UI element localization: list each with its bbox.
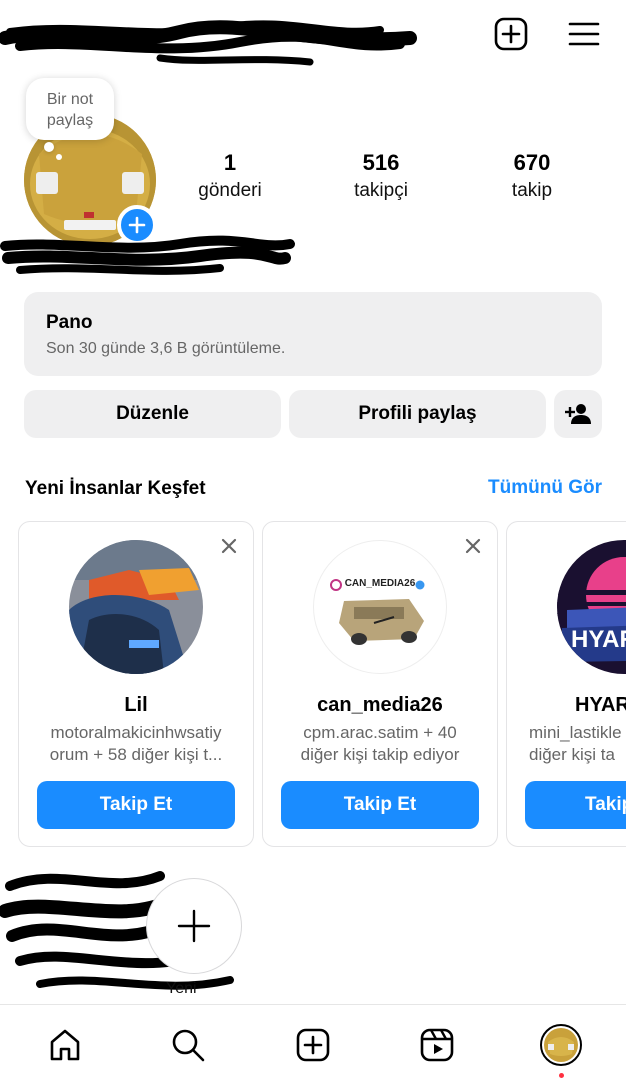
close-icon[interactable] [219, 536, 239, 556]
dashboard-title: Pano [46, 312, 93, 333]
bottom-nav [0, 1004, 626, 1080]
note-bubble[interactable]: Bir not paylaş [26, 78, 114, 140]
suggestion-name[interactable]: Lil [19, 694, 253, 717]
stat-followers[interactable]: 516 takipçi [321, 150, 441, 202]
stat-followers-value: 516 [362, 150, 400, 175]
share-profile-button[interactable]: Profili paylaş [289, 390, 546, 438]
discover-people-button[interactable] [554, 390, 602, 438]
nav-profile[interactable] [539, 1023, 583, 1067]
new-highlight-label: Yeni [166, 980, 197, 997]
suggestion-description: cpm.arac.satim + 40 diğer kişi takip edi… [300, 723, 460, 764]
note-bubble-text: Bir not paylaş [46, 91, 94, 129]
discover-title: Yeni İnsanlar Keşfet [25, 478, 206, 499]
edit-profile-button[interactable]: Düzenle [24, 390, 281, 438]
reels-icon [420, 1028, 454, 1062]
suggestion-card: Lil motoralmakicinhwsatiy orum + 58 diğe… [18, 521, 254, 847]
hamburger-icon [568, 22, 600, 46]
stat-followers-label: takipçi [354, 180, 408, 201]
nav-search[interactable] [166, 1023, 210, 1067]
stat-following-label: takip [511, 180, 553, 201]
avatar-logo-text: CAN_MEDIA26 [344, 578, 416, 589]
dashboard-subtitle: Son 30 günde 3,6 B görüntüleme. [46, 340, 286, 357]
stat-following-value: 670 [513, 150, 551, 175]
nav-home[interactable] [43, 1023, 87, 1067]
person-add-icon [565, 404, 591, 424]
suggestion-description: mini_lastikle diğer kişi ta [529, 723, 622, 764]
suggestion-name[interactable]: HYAR [575, 694, 626, 717]
menu-button[interactable] [564, 14, 604, 54]
suggestion-avatar[interactable]: HYAR [557, 540, 626, 674]
suggestion-avatar[interactable] [69, 540, 203, 674]
profile-avatar-small [540, 1024, 582, 1066]
home-icon [50, 1029, 80, 1061]
professional-dashboard[interactable]: Pano Son 30 günde 3,6 B görüntüleme. [24, 292, 602, 376]
note-bubble-tail-small [56, 154, 62, 160]
suggestion-avatar[interactable]: CAN_MEDIA26 [313, 540, 447, 674]
stat-posts-label: gönderi [198, 180, 262, 201]
new-highlight-button[interactable] [146, 878, 242, 974]
suggestion-card: HYAR HYAR mini_lastikle diğer kişi ta Ta… [506, 521, 626, 847]
plus-icon [177, 909, 211, 943]
redacted-display-name [0, 235, 295, 275]
avatar-logo-text: HYAR [571, 626, 626, 653]
profile-header [0, 0, 626, 72]
car-image [330, 579, 425, 645]
close-icon[interactable] [463, 536, 483, 556]
nav-reels[interactable] [415, 1023, 459, 1067]
follow-button[interactable]: Takip Et [281, 781, 479, 829]
redacted-username [0, 20, 417, 66]
nav-create[interactable] [291, 1023, 335, 1067]
create-icon [296, 1028, 330, 1062]
see-all-link[interactable]: Tümünü Gör [488, 477, 602, 499]
follow-button[interactable]: Takip Et [37, 781, 235, 829]
suggestion-name[interactable]: can_media26 [263, 694, 497, 717]
note-bubble-tail [44, 142, 54, 152]
stat-posts[interactable]: 1 gönderi [170, 150, 290, 202]
notification-dot [559, 1073, 564, 1078]
follow-button[interactable]: Takip Et [525, 781, 626, 829]
suggestion-description: motoralmakicinhwsatiy orum + 58 diğer ki… [49, 723, 223, 764]
plus-square-icon [494, 17, 528, 51]
search-icon [172, 1029, 205, 1062]
stat-following[interactable]: 670 takip [472, 150, 592, 202]
suggestion-card: CAN_MEDIA26 can_media26 cpm.arac.satim +… [262, 521, 498, 847]
stat-posts-value: 1 [223, 150, 237, 175]
new-post-button[interactable] [491, 14, 531, 54]
